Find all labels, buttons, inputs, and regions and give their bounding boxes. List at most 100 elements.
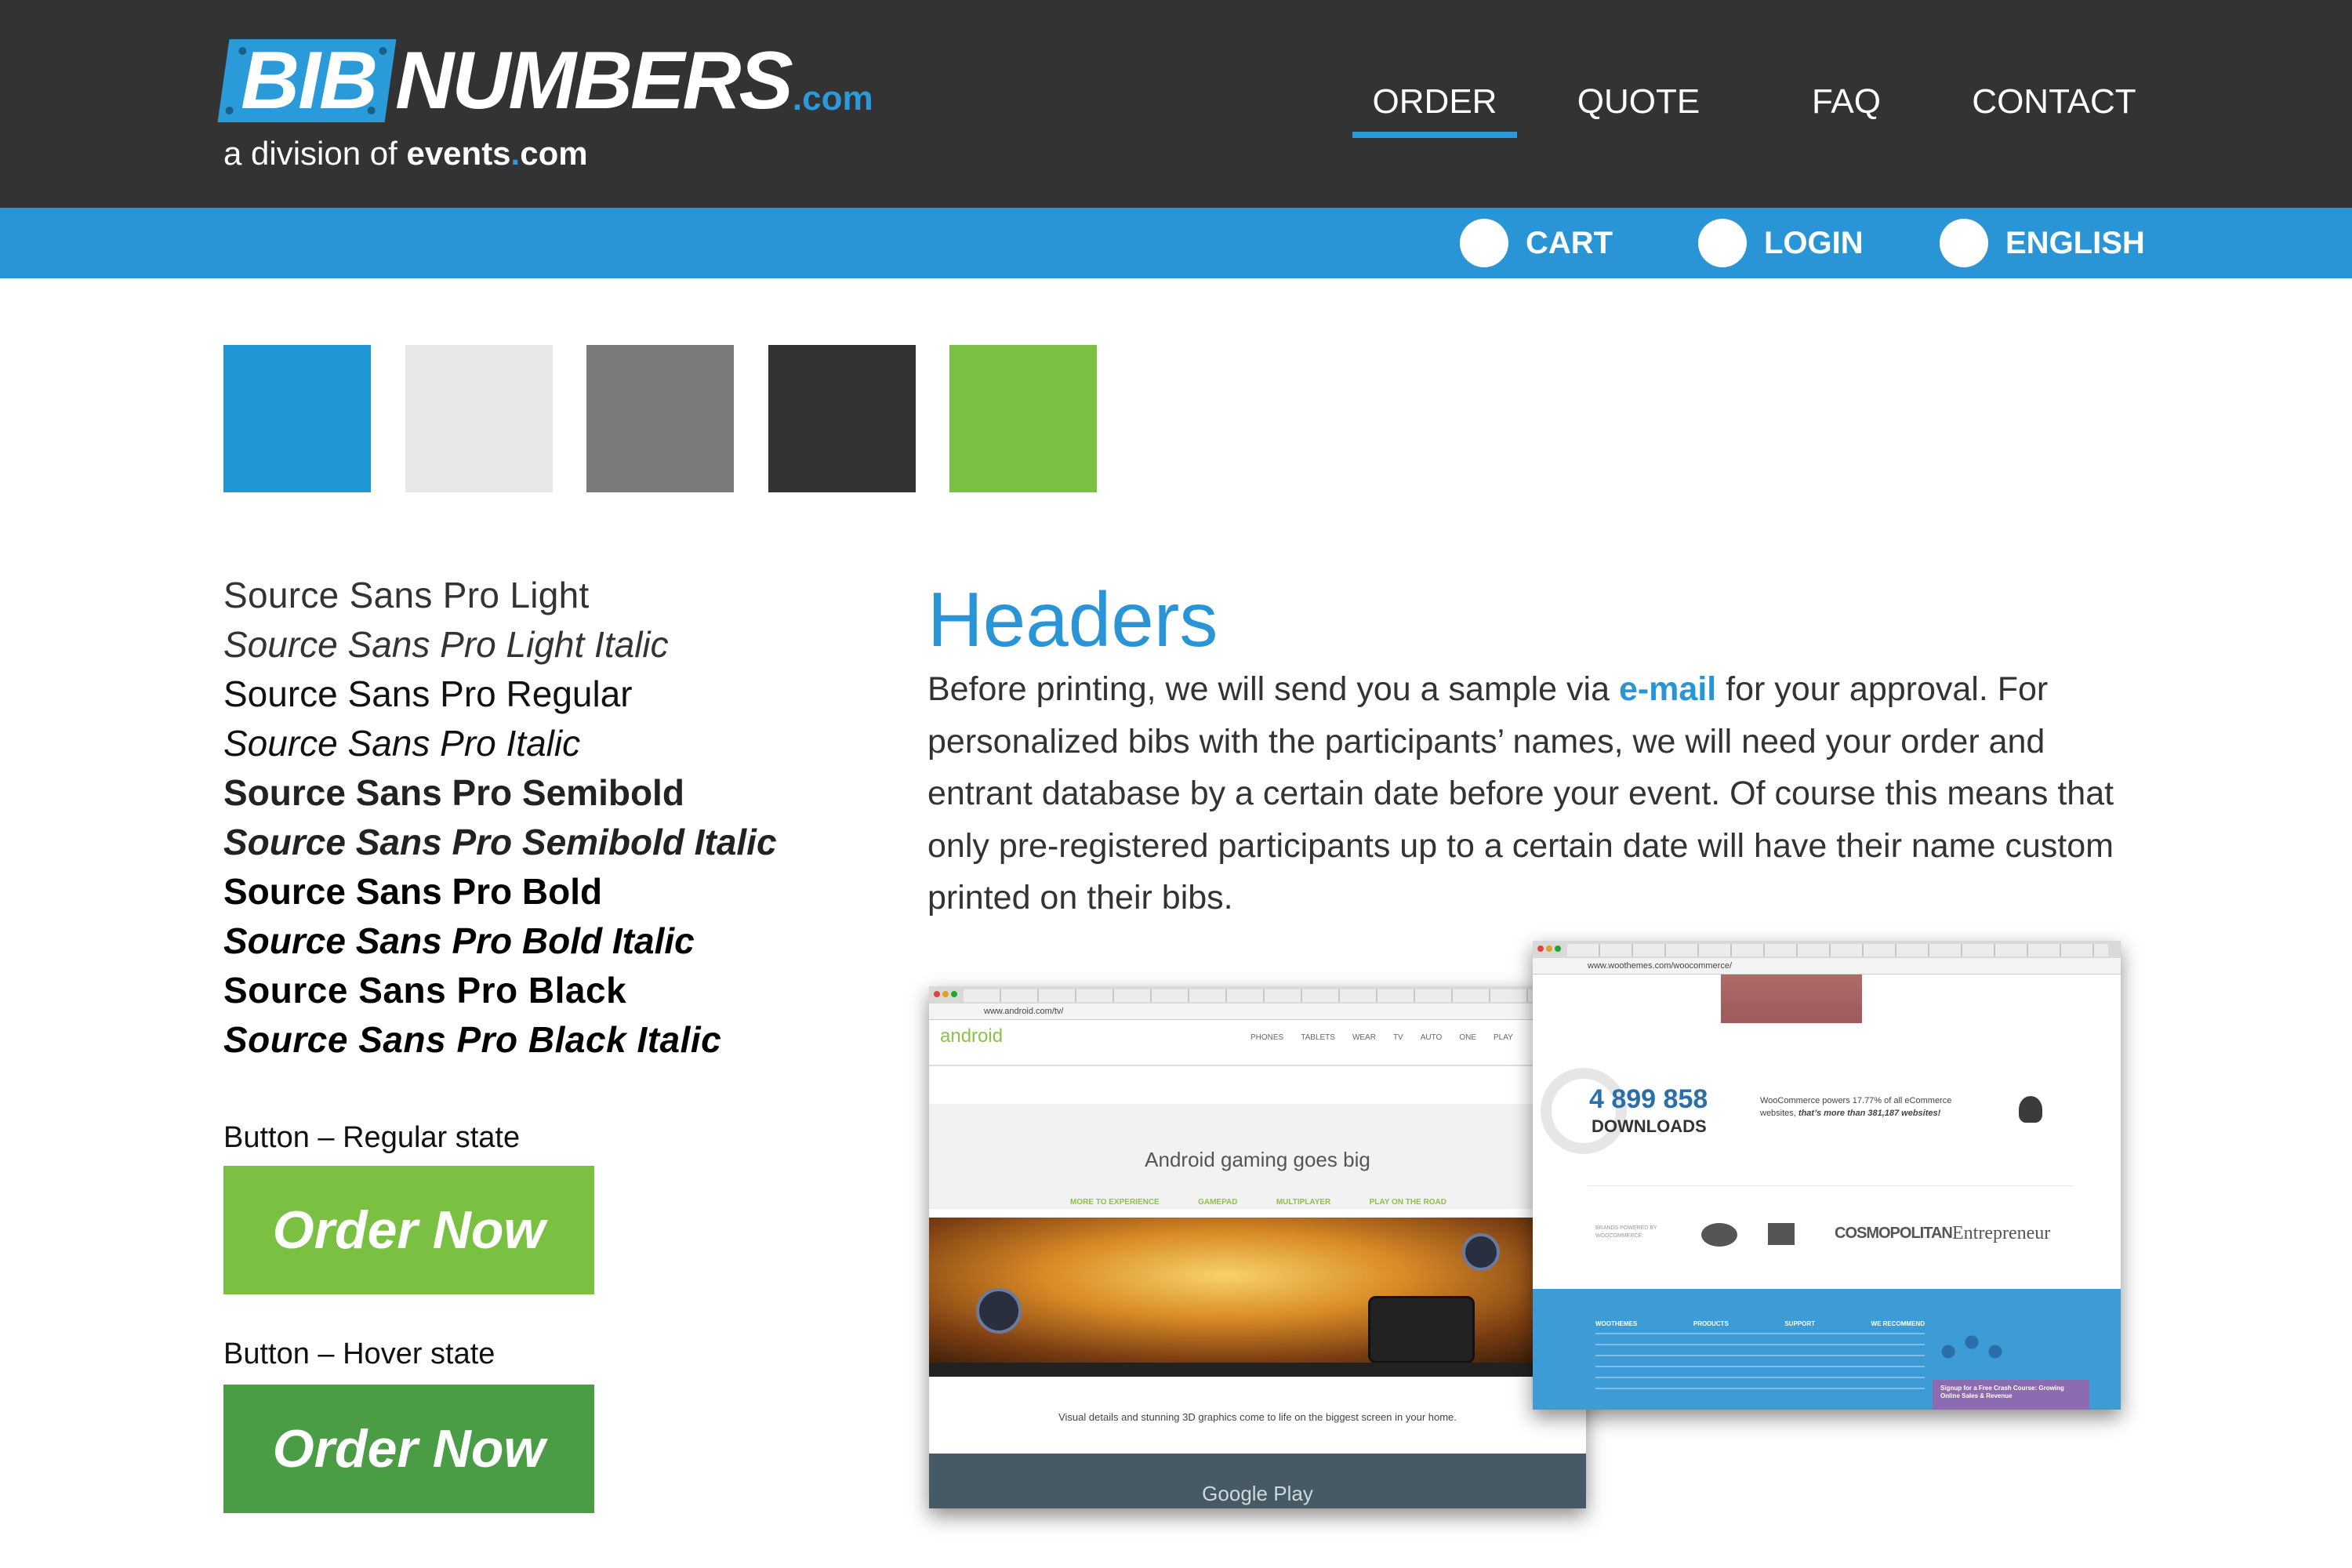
badge-rivet [379,47,387,55]
type-sample-regular: Source Sans Pro Regular [223,673,633,714]
android-divider [929,1065,1586,1066]
google-play-label: Google Play [1202,1482,1313,1505]
android-logo: android [940,1025,1004,1047]
type-sample-semibold-italic: Source Sans Pro Semibold Italic [223,822,777,862]
login-label: LOGIN [1764,225,1864,260]
person-photo [1721,975,1862,1023]
footer-heading: WOOTHEMES [1595,1320,1638,1327]
window-minimize-dot [942,991,949,997]
browser-tabs [1567,944,2108,956]
nav-quote[interactable]: QUOTE [1560,78,1717,125]
android-url: www.android.com/tv/ [984,1007,1064,1016]
game-artwork-image [929,1218,1586,1363]
logo-wordmark: BIB NUMBERS .com [217,35,873,126]
game-unit-icon [976,1288,1022,1334]
browser-address-bar: www.android.com/tv/ [929,1004,1586,1020]
color-swatch-gray [586,345,734,492]
button-regular-caption: Button – Regular state [223,1121,521,1154]
logo-bib-text: BIB [241,35,377,126]
entrepreneur-logo: Entrepreneur [1952,1223,2051,1243]
crash-course-promo[interactable]: Signup for a Free Crash Course: Growing … [1933,1380,2089,1410]
tagline-dot: . [510,135,521,172]
window-zoom-dot [951,991,957,997]
footer-heading: WE RECOMMEND [1871,1320,1925,1327]
browser-tabs [964,989,1575,1002]
android-caption: Visual details and stunning 3D graphics … [1058,1411,1457,1423]
footer-heading: SUPPORT [1784,1320,1815,1327]
downloads-label: DOWNLOADS [1592,1116,1707,1136]
headers-paragraph: Before printing, we will send you a samp… [927,663,2151,924]
woocommerce-screenshot: www.woothemes.com/woocommerce/ 4 899 858… [1533,941,2121,1410]
logo-bib-badge: BIB [217,35,397,126]
woo-footer-headings: WOOTHEMES PRODUCTS SUPPORT WE RECOMMEND [1595,1320,1925,1327]
android-headline: Android gaming goes big [1145,1148,1370,1171]
android-menu-item: AUTO [1420,1033,1443,1042]
nav-contact[interactable]: CONTACT [1968,78,2140,125]
type-sample-light: Source Sans Pro Light [223,575,590,615]
language-label: ENGLISH [2005,225,2145,260]
type-sample-semibold: Source Sans Pro Semibold [223,772,684,813]
para-text-start: Before printing, we will send you a samp… [927,670,1619,708]
woo-powers-text: WooCommerce powers 17.77% of all eCommer… [1760,1094,1964,1120]
android-subnav-item: PLAY ON THE ROAD [1369,1198,1446,1207]
color-swatch-light-gray [405,345,553,492]
order-now-button-hover[interactable]: Order Now [223,1385,594,1513]
woo-footer-links [1595,1333,1925,1396]
login-icon [1698,219,1747,267]
powers-emph: that’s more than 381,187 websites! [1798,1109,1941,1118]
woo-divider [1588,1185,2074,1186]
type-sample-bold: Source Sans Pro Bold [223,871,603,912]
headers-title: Headers [927,576,1218,662]
harley-davidson-logo [1701,1223,1737,1247]
cosmopolitan-logo: COSMOPOLITAN [1835,1225,1953,1242]
android-subnav-item: MULTIPLAYER [1276,1198,1331,1207]
cart-link[interactable]: CART [1460,217,1613,269]
logo-numbers-text: NUMBERS [395,35,793,126]
window-minimize-dot [1546,946,1552,952]
type-sample-light-italic: Source Sans Pro Light Italic [223,624,669,665]
color-swatch-dark-gray [768,345,916,492]
brands-label: BRANDS POWERED BY WOOCOMMERCE: [1595,1225,1657,1239]
type-sample-italic: Source Sans Pro Italic [223,723,581,764]
typography-samples: Source Sans Pro Light Source Sans Pro Li… [223,571,851,1065]
cart-icon [1460,219,1508,267]
globe-icon [1940,219,1988,267]
color-swatch-green [949,345,1097,492]
order-now-button-regular[interactable]: Order Now [223,1166,594,1294]
android-menu-item: PLAY [1494,1033,1513,1042]
nav-order[interactable]: ORDER [1352,78,1517,125]
android-menu-item: WEAR [1352,1033,1376,1042]
woo-url: www.woothemes.com/woocommerce/ [1588,961,1733,971]
logo-tagline: a division of events.com [223,135,588,172]
button-hover-caption: Button – Hover state [223,1338,495,1370]
window-zoom-dot [1555,946,1561,952]
cart-label: CART [1526,225,1613,260]
downloads-number: 4 899 858 [1589,1084,1708,1114]
nav-faq[interactable]: FAQ [1768,78,1925,125]
bibnumbers-logo[interactable]: BIB NUMBERS .com a division of events.co… [217,35,929,180]
game-unit-icon [1462,1233,1500,1271]
tv-bezel [929,1363,1586,1377]
tagline-events: events [406,135,511,172]
new-balance-logo [1768,1223,1795,1245]
tagline-prefix: a division of [223,135,407,172]
android-menu-item: TV [1392,1033,1403,1042]
nav-active-indicator [1352,132,1517,138]
language-link[interactable]: ENGLISH [1940,217,2145,269]
android-subnav: MORE TO EXPERIENCE GAMEPAD MULTIPLAYER P… [1070,1198,1446,1207]
android-menu-item: TABLETS [1301,1033,1335,1042]
window-close-dot [934,991,940,997]
browser-tab-strip [929,986,1586,1004]
email-link[interactable]: e-mail [1619,670,1716,708]
badge-rivet [225,107,234,114]
android-subnav-item: GAMEPAD [1198,1198,1238,1207]
social-icons [1933,1333,2011,1364]
login-link[interactable]: LOGIN [1698,217,1864,269]
footer-heading: PRODUCTS [1693,1320,1729,1327]
android-tv-screenshot: www.android.com/tv/ android PHONES TABLE… [929,986,1586,1508]
android-menu-item: PHONES [1250,1033,1284,1042]
ninja-mascot-icon [2019,1096,2042,1123]
type-sample-bold-italic: Source Sans Pro Bold Italic [223,920,695,961]
android-menu: PHONES TABLETS WEAR TV AUTO ONE PLAY [1250,1033,1564,1042]
android-subnav-item: MORE TO EXPERIENCE [1070,1198,1160,1207]
